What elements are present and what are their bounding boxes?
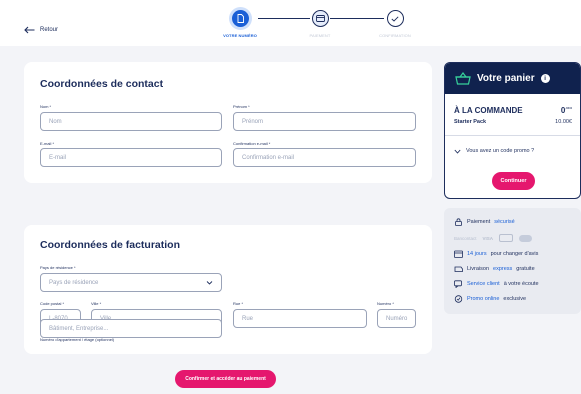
basket-icon bbox=[455, 72, 471, 85]
calendar-icon bbox=[454, 250, 463, 258]
step-votre-numero: VOTRE NUMÉRO bbox=[210, 10, 270, 38]
email-confirm-input[interactable]: Confirmation e-mail bbox=[233, 148, 416, 167]
code-postal-label: Code postal * bbox=[40, 301, 65, 306]
mastercard-logo bbox=[499, 234, 514, 242]
info-icon[interactable]: i bbox=[540, 74, 550, 83]
arrow-left-icon bbox=[24, 26, 35, 34]
bancontact-logo: Bancontact bbox=[454, 235, 477, 241]
pays-label: Pays de résidence * bbox=[40, 265, 76, 270]
badge-icon bbox=[454, 295, 463, 303]
prenom-label: Prénom * bbox=[233, 104, 250, 109]
benefit-14-days: 14 jours pour changer d'avis bbox=[454, 250, 538, 258]
step-label: VOTRE NUMÉRO bbox=[223, 33, 257, 38]
email-confirm-label: Confirmation e-mail * bbox=[233, 141, 271, 146]
step-label: PAIEMENT bbox=[309, 33, 331, 38]
rue-label: Rue * bbox=[233, 301, 244, 306]
email-label: E-mail * bbox=[40, 141, 55, 146]
appartement-input[interactable]: Bâtiment, Entreprise... bbox=[40, 319, 222, 338]
payment-logos: Bancontact VISA bbox=[454, 234, 533, 242]
benefit-delivery: Livraison express gratuite bbox=[454, 265, 535, 273]
top-bar: Retour VOTRE NUMÉRO PAIEMENT CONFIRMATIO… bbox=[0, 0, 581, 46]
cart-item-name: Starter Pack bbox=[454, 119, 487, 125]
sim-card-icon bbox=[231, 10, 249, 27]
visa-logo: VISA bbox=[482, 235, 494, 241]
back-label: Retour bbox=[40, 27, 59, 33]
cart-header: Votre panier i bbox=[445, 63, 580, 94]
promo-code-toggle[interactable]: Vous avez un code promo ? bbox=[454, 148, 534, 154]
nom-input[interactable]: Nom bbox=[40, 112, 222, 131]
benefit-customer-service: Service client à votre écoute bbox=[454, 280, 539, 288]
chevron-down-icon bbox=[454, 149, 461, 154]
email-input[interactable]: E-mail bbox=[40, 148, 222, 167]
ville-label: Ville * bbox=[91, 301, 102, 306]
cart-item-price: 10.00€ bbox=[555, 119, 572, 125]
promo-code-label: Vous avez un code promo ? bbox=[466, 148, 535, 154]
step-paiement: PAIEMENT bbox=[290, 10, 350, 38]
submit-payment-button[interactable]: Confirmer et accéder au paiement bbox=[175, 370, 276, 388]
nom-label: Nom * bbox=[40, 104, 52, 109]
card-logo bbox=[519, 234, 533, 242]
prenom-input[interactable]: Prénom bbox=[233, 112, 416, 131]
checkout-stepper: VOTRE NUMÉRO PAIEMENT CONFIRMATION bbox=[210, 10, 430, 44]
continue-button[interactable]: Continuer bbox=[492, 172, 535, 190]
lock-icon bbox=[455, 218, 462, 226]
rue-input[interactable]: Rue bbox=[233, 309, 367, 328]
chat-icon bbox=[454, 280, 462, 288]
cart-order-total: 0,00 € bbox=[560, 106, 572, 115]
benefit-secure-payment: Paiement sécurisé bbox=[454, 218, 515, 226]
contact-title: Coordonnées de contact bbox=[40, 78, 164, 90]
delivery-icon bbox=[454, 266, 463, 272]
pays-select[interactable]: Pays de résidence bbox=[40, 273, 222, 292]
check-icon bbox=[386, 10, 404, 27]
divider bbox=[445, 135, 580, 136]
numero-input[interactable]: Numéro bbox=[377, 309, 416, 328]
step-confirmation: CONFIRMATION bbox=[365, 10, 425, 38]
contact-card: Coordonnées de contact Nom * Nom Prénom … bbox=[24, 62, 432, 183]
benefit-promo-online: Promo online exclusive bbox=[454, 295, 526, 303]
credit-card-icon bbox=[311, 10, 329, 27]
numero-label: Numéro * bbox=[377, 301, 394, 306]
benefits-card: Paiement sécurisé Bancontact VISA 14 jou… bbox=[444, 208, 581, 314]
chevron-down-icon bbox=[206, 281, 213, 285]
cart-order-label: À LA COMMANDE bbox=[454, 106, 523, 115]
cart-panel: Votre panier i À LA COMMANDE 0,00 € Star… bbox=[444, 62, 581, 199]
step-label: CONFIRMATION bbox=[379, 33, 411, 38]
back-link[interactable]: Retour bbox=[24, 26, 58, 34]
cart-title: Votre panier bbox=[477, 73, 535, 84]
billing-title: Coordonnées de facturation bbox=[40, 239, 181, 251]
